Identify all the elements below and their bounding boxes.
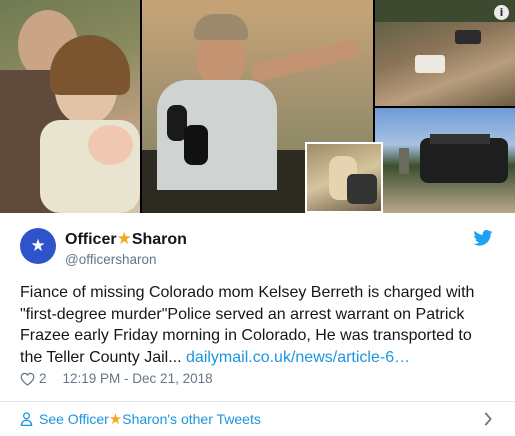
- tweet-meta: 2 12:19 PM - Dec 21, 2018: [20, 371, 213, 386]
- tweet-text-line: Fiance of missing Colorado mom Kelsey Be…: [20, 284, 475, 301]
- photo-family[interactable]: [0, 0, 140, 213]
- chevron-right-icon[interactable]: [483, 412, 493, 426]
- tweet-text: Fiance of missing Colorado mom Kelsey Be…: [20, 282, 498, 368]
- tweet-text-line: the Teller County Jail... dailymail.co.u…: [20, 347, 498, 369]
- photo-inset-child[interactable]: [305, 142, 383, 213]
- author-display-name[interactable]: Officer★Sharon: [65, 230, 187, 249]
- footer-star-icon: ★: [108, 410, 123, 428]
- twitter-bird-icon[interactable]: [473, 230, 493, 246]
- photo-police-vehicle[interactable]: [375, 108, 515, 213]
- tweet-timestamp[interactable]: 12:19 PM - Dec 21, 2018: [63, 371, 213, 386]
- avatar-star-glyph: ★: [30, 235, 46, 256]
- embedded-tweet-card: i ★ Officer★Sharon @officersharon Fiance…: [0, 0, 515, 436]
- author-name-part1: Officer: [65, 231, 117, 248]
- author-handle[interactable]: @officersharon: [65, 251, 187, 268]
- tweet-text-line: Frazee early Friday morning in Colorado,…: [20, 327, 472, 344]
- tweet-text-prefix: the Teller County Jail...: [20, 348, 187, 366]
- like-count[interactable]: 2: [39, 371, 47, 386]
- see-other-tweets-link[interactable]: See Officer ★ Sharon's other Tweets: [20, 410, 261, 428]
- tweet-text-line: "first-degree murder"Police served an ar…: [20, 305, 465, 323]
- footer-prefix: See Officer: [39, 411, 109, 427]
- heart-icon[interactable]: [20, 372, 35, 386]
- article-link[interactable]: dailymail.co.uk/news/article-6…: [186, 349, 410, 366]
- avatar[interactable]: ★: [20, 228, 56, 264]
- info-icon[interactable]: i: [494, 5, 509, 20]
- footer-suffix: Sharon's other Tweets: [122, 411, 261, 427]
- tweet-media-collage[interactable]: i: [0, 0, 515, 213]
- author-name-part2: Sharon: [131, 231, 187, 248]
- person-icon: [20, 412, 33, 426]
- divider: [0, 401, 515, 402]
- author-block: Officer★Sharon @officersharon: [65, 230, 187, 268]
- author-name-star-icon: ★: [116, 229, 132, 249]
